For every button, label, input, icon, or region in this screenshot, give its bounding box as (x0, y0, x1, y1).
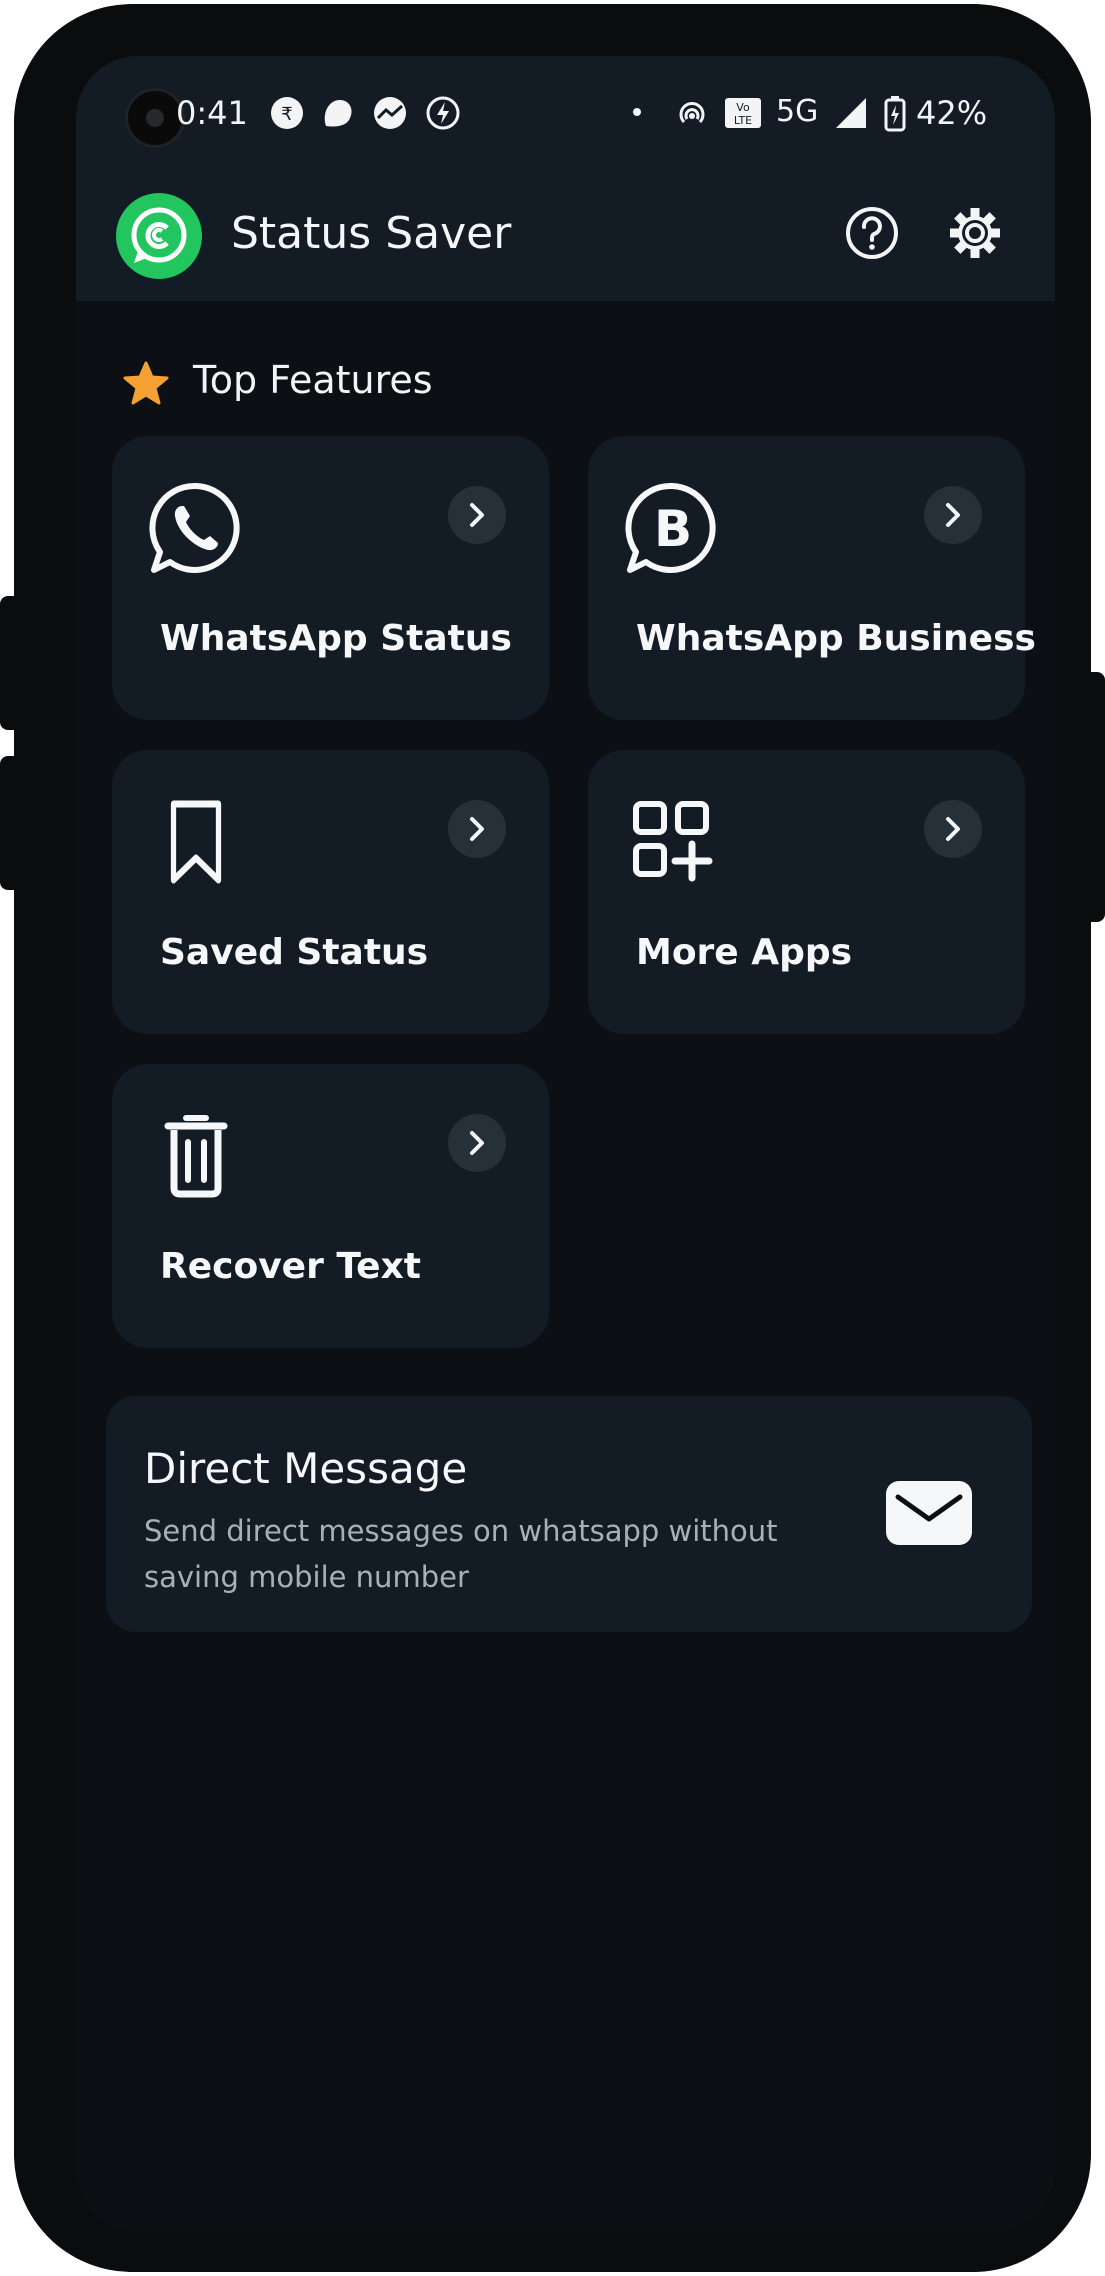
chevron-right-icon (448, 486, 506, 544)
apps-grid-icon (633, 801, 713, 882)
chevron-right-icon (924, 486, 982, 544)
feature-card-saved-status[interactable]: Saved Status (112, 750, 549, 1034)
app-bar: 0:41 ₹ Vo LTE 5G 42% Status Saver (76, 56, 1055, 301)
help-icon[interactable] (843, 204, 901, 262)
section-title: Top Features (193, 358, 433, 402)
app-screen: 0:41 ₹ Vo LTE 5G 42% Status Saver Top Fe… (76, 56, 1055, 2232)
feature-card-recover-text[interactable]: Recover Text (112, 1064, 549, 1348)
whatsapp-business-icon: B (625, 482, 716, 573)
app-logo (116, 193, 202, 279)
settings-gear-icon[interactable] (946, 204, 1004, 262)
app-notification-icon (324, 100, 352, 127)
battery-icon (884, 96, 906, 132)
feature-card-whatsapp-status[interactable]: WhatsApp Status (112, 436, 549, 720)
whatsapp-icon (149, 482, 240, 573)
feature-card-more-apps[interactable]: More Apps (588, 750, 1025, 1034)
svg-text:₹: ₹ (281, 104, 292, 125)
chevron-right-icon (448, 800, 506, 858)
direct-message-title: Direct Message (144, 1444, 468, 1493)
phone-frame: 0:41 ₹ Vo LTE 5G 42% Status Saver Top Fe… (14, 4, 1091, 2272)
feature-label: Saved Status (160, 932, 429, 973)
star-icon (123, 361, 169, 405)
app-title: Status Saver (231, 208, 512, 259)
svg-text:B: B (654, 500, 692, 558)
rupee-notification-icon: ₹ (271, 97, 303, 129)
front-camera (128, 91, 182, 145)
feature-label: WhatsApp Business (636, 618, 1036, 659)
svg-text:Vo: Vo (736, 101, 750, 114)
bookmark-icon (170, 800, 222, 884)
trash-icon (164, 1115, 228, 1198)
status-time: 0:41 (176, 94, 248, 132)
feature-label: WhatsApp Status (160, 618, 512, 659)
direct-message-card[interactable]: Direct Message Send direct messages on w… (106, 1396, 1032, 1632)
hotspot-icon (679, 102, 705, 124)
network-type-label: 5G (776, 94, 819, 129)
status-bar: 0:41 ₹ Vo LTE 5G 42% (76, 56, 1055, 166)
chart-notification-icon (374, 97, 406, 129)
volte-icon: Vo LTE (725, 98, 761, 128)
status-saver-logo-icon (131, 207, 187, 263)
feature-label: Recover Text (160, 1246, 421, 1287)
svg-text:LTE: LTE (734, 114, 752, 127)
mail-icon (886, 1481, 972, 1545)
chevron-right-icon (448, 1114, 506, 1172)
feature-label: More Apps (636, 932, 853, 973)
bolt-notification-icon (426, 96, 460, 130)
chevron-right-icon (924, 800, 982, 858)
dot-indicator-icon (633, 108, 641, 116)
feature-card-whatsapp-business[interactable]: B WhatsApp Business (588, 436, 1036, 720)
signal-icon (836, 98, 866, 128)
battery-percent: 42% (916, 94, 988, 132)
direct-message-description: Send direct messages on whatsapp without… (144, 1514, 778, 1594)
